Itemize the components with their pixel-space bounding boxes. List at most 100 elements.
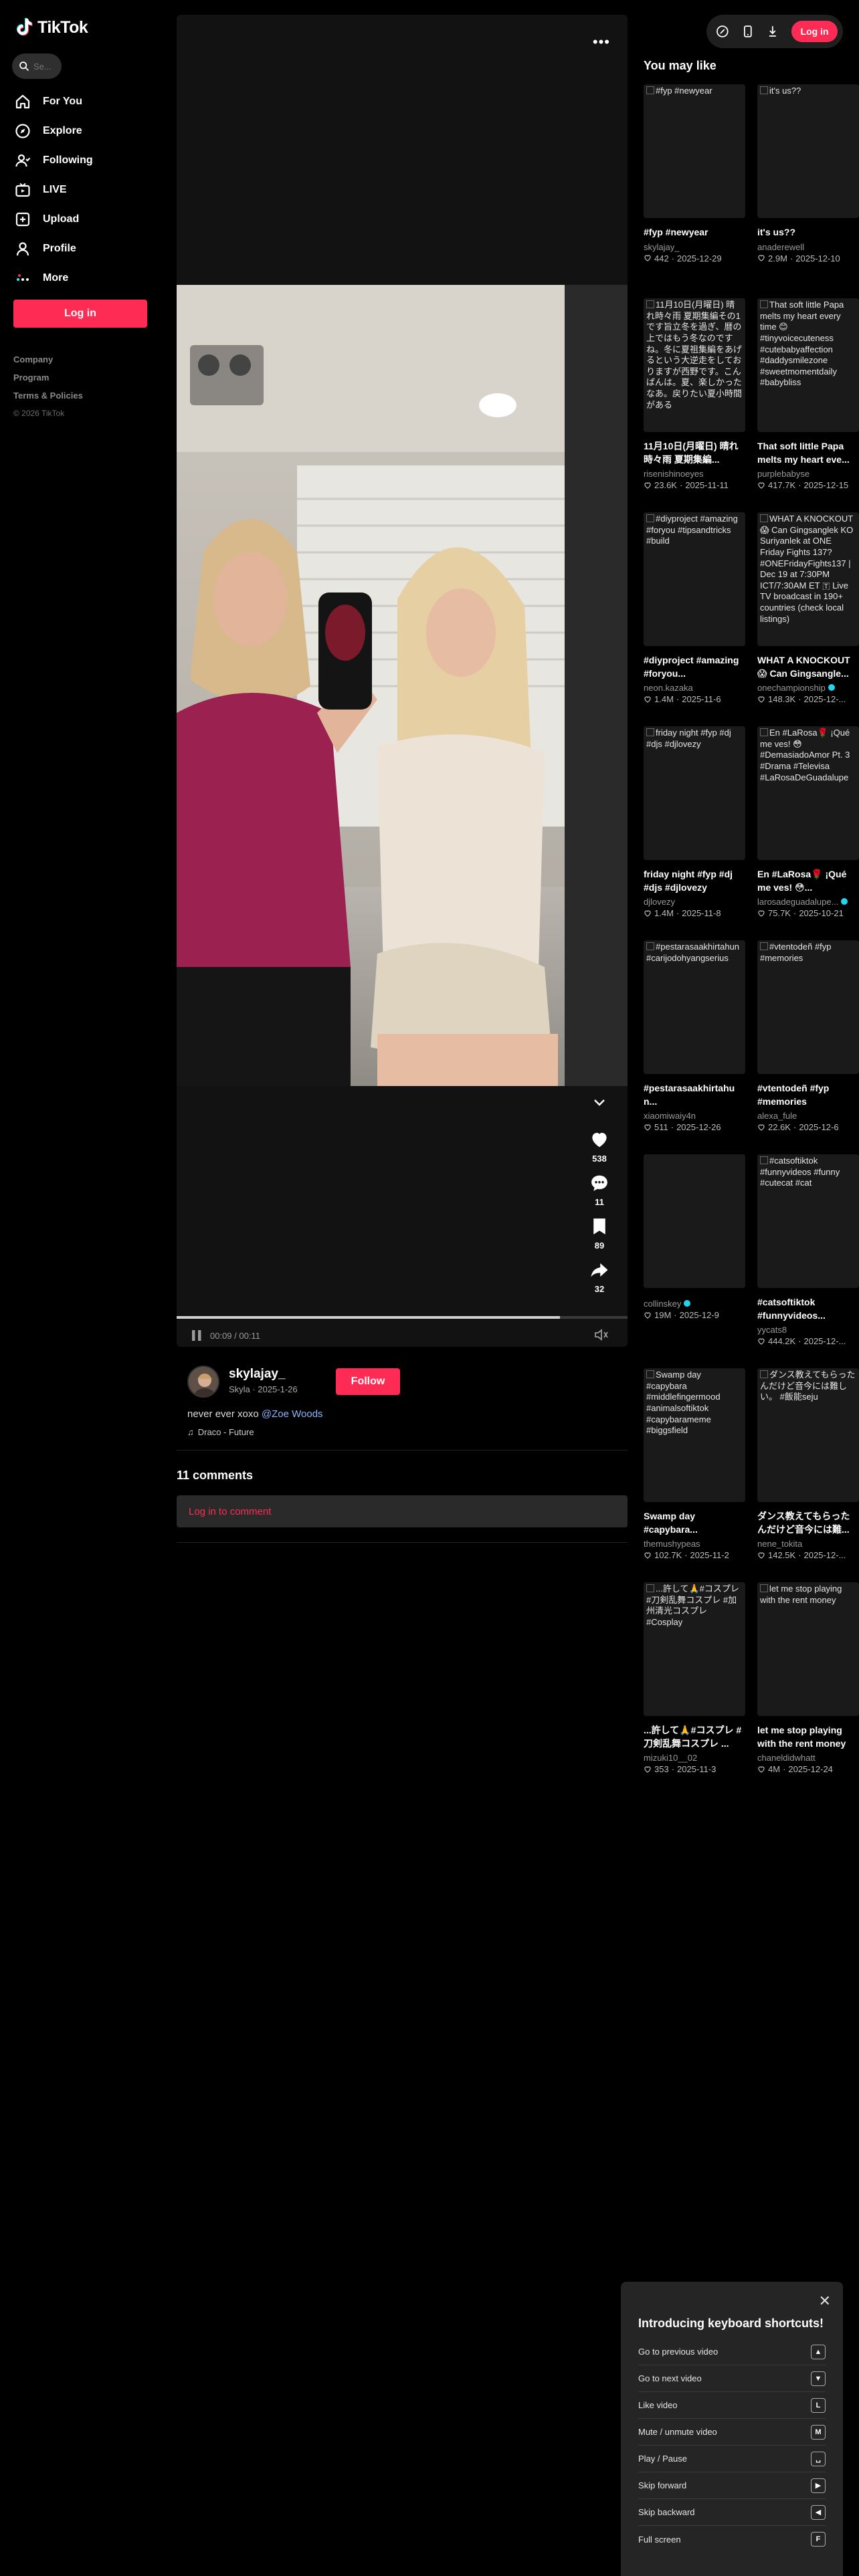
sidebar-login-button[interactable]: Log in xyxy=(13,300,147,328)
volume-icon[interactable] xyxy=(594,1328,609,1345)
suggestion-card[interactable]: #diyproject #amazing #foryou #tipsandtri… xyxy=(644,512,745,720)
music-link[interactable]: ♫ Draco - Future xyxy=(187,1427,254,1437)
share-button[interactable]: 32 xyxy=(583,1260,615,1294)
suggestion-title[interactable]: ダンス教えてもらったんだけど音今には難... xyxy=(757,1510,859,1536)
suggestion-thumbnail[interactable]: That soft little Papa melts my heart eve… xyxy=(757,298,859,432)
suggestion-title[interactable]: #diyproject #amazing #foryou... xyxy=(644,654,745,680)
sidebar-item-for-you[interactable]: For You xyxy=(15,87,155,116)
download-app-icon[interactable] xyxy=(766,25,779,38)
suggestion-thumbnail[interactable]: it's us?? xyxy=(757,84,859,218)
suggestion-author-name[interactable]: skylajay_ xyxy=(644,242,679,252)
suggestion-title[interactable]: 11月10日(月曜日) 晴れ時々雨 夏期集編... xyxy=(644,440,745,466)
suggestion-author-name[interactable]: alexa_fule xyxy=(757,1111,797,1121)
suggestion-author-name[interactable]: risenishinoeyes xyxy=(644,469,704,479)
suggestion-thumbnail[interactable]: #vtentodeñ #fyp #memories xyxy=(757,940,859,1074)
tiktok-logo[interactable]: TikTok xyxy=(16,17,88,37)
suggestion-title[interactable]: #pestarasaakhirtahu n... xyxy=(644,1082,745,1108)
suggestion-card[interactable]: #catsoftiktok #funnyvideos #funny #cutec… xyxy=(757,1154,859,1362)
suggestion-thumbnail[interactable]: WHAT A KNOCKOUT 😱 Can Gingsanglek KO Sur… xyxy=(757,512,859,646)
suggestion-title[interactable]: #fyp #newyear xyxy=(644,226,745,239)
suggestion-title[interactable]: That soft little Papa melts my heart eve… xyxy=(757,440,859,466)
sidebar-item-more[interactable]: More xyxy=(15,263,155,293)
mention-link[interactable]: @Zoe Woods xyxy=(262,1408,323,1420)
coin-icon[interactable] xyxy=(716,25,729,38)
suggestion-card[interactable]: #fyp #newyear #fyp #newyear skylajay_ 442 · 2… xyxy=(644,84,745,292)
suggestion-card[interactable]: let me stop playing with the rent money l… xyxy=(757,1582,859,1790)
suggestion-title[interactable]: Swamp day #capybara... xyxy=(644,1510,745,1536)
sidebar-item-following[interactable]: Following xyxy=(15,146,155,175)
save-button[interactable]: 89 xyxy=(583,1216,615,1251)
suggestion-title[interactable]: #catsoftiktok #funnyvideos... xyxy=(757,1296,859,1322)
suggestion-author-name[interactable]: larosadeguadalupe... xyxy=(757,897,838,907)
tablet-icon[interactable] xyxy=(741,25,755,38)
suggestion-card[interactable]: ...許して🙏#コスプレ #刀剣乱舞コスプレ #加州清光コスプレ #Cospla… xyxy=(644,1582,745,1790)
suggestion-card[interactable]: friday night #fyp #dj #djs #djlovezy frid… xyxy=(644,726,745,934)
suggestion-thumbnail[interactable]: friday night #fyp #dj #djs #djlovezy xyxy=(644,726,745,860)
like-button[interactable]: 538 xyxy=(583,1130,615,1164)
pause-icon[interactable] xyxy=(191,1329,202,1341)
suggestion-thumbnail[interactable] xyxy=(644,1154,745,1288)
suggestion-thumbnail[interactable]: #pestarasaakhirtahun #carijodohyangseriu… xyxy=(644,940,745,1074)
video-player[interactable]: ••• 538 11 89 32 00:09 / 00:11 xyxy=(177,15,628,1347)
suggestion-author-name[interactable]: neon.kazaka xyxy=(644,683,693,693)
suggestion-card[interactable]: En #LaRosa🌹 ¡Qué me ves! 😳 #DemasiadoAmo… xyxy=(757,726,859,934)
chevron-down-icon[interactable] xyxy=(583,1098,615,1111)
sidebar-item-live[interactable]: LIVE xyxy=(15,175,155,205)
suggestion-author-name[interactable]: purplebabyse xyxy=(757,469,809,479)
suggestion-title[interactable]: friday night #fyp #dj #djs #djlovezy xyxy=(644,868,745,894)
author-username[interactable]: skylajay_ xyxy=(229,1367,286,1382)
suggestion-thumbnail[interactable]: #fyp #newyear xyxy=(644,84,745,218)
suggestion-thumbnail[interactable]: let me stop playing with the rent money xyxy=(757,1582,859,1716)
suggestion-author-name[interactable]: chaneldidwhatt xyxy=(757,1753,816,1763)
suggestion-card[interactable]: Swamp day #capybara #middlefingermood #a… xyxy=(644,1368,745,1576)
suggestion-card[interactable]: collinskey 19M · 2025-12-9 xyxy=(644,1154,745,1362)
suggestion-title[interactable]: #vtentodeñ #fyp #memories xyxy=(757,1082,859,1108)
suggestion-card[interactable]: ダンス教えてもらったんだけど音今には難しい。 #飯能seju ダンス教えてもらった… xyxy=(757,1368,859,1576)
follow-button[interactable]: Follow xyxy=(336,1368,400,1395)
suggestion-title[interactable]: En #LaRosa🌹 ¡Qué me ves! 😳... xyxy=(757,868,859,894)
suggestion-thumbnail[interactable]: Swamp day #capybara #middlefingermood #a… xyxy=(644,1368,745,1502)
suggestion-author-name[interactable]: onechampionship xyxy=(757,683,826,693)
suggestion-author-name[interactable]: anaderewell xyxy=(757,242,804,252)
search-box[interactable] xyxy=(12,53,62,79)
suggestion-card[interactable]: #vtentodeñ #fyp #memories #vtentodeñ #fyp… xyxy=(757,940,859,1148)
suggestion-author-name[interactable]: xiaomiwaiy4n xyxy=(644,1111,696,1121)
sidebar-item-explore[interactable]: Explore xyxy=(15,116,155,146)
suggestion-thumbnail[interactable]: #diyproject #amazing #foryou #tipsandtri… xyxy=(644,512,745,646)
top-login-button[interactable]: Log in xyxy=(791,21,838,42)
suggestion-thumbnail[interactable]: ...許して🙏#コスプレ #刀剣乱舞コスプレ #加州清光コスプレ #Cospla… xyxy=(644,1582,745,1716)
suggestion-card[interactable]: it's us?? it's us?? anaderewell 2.9M · 2025-1… xyxy=(757,84,859,292)
shortcut-label: Skip forward xyxy=(638,2480,687,2490)
suggestion-title[interactable]: it's us?? xyxy=(757,226,859,239)
progress-bar[interactable] xyxy=(177,1316,628,1319)
close-icon[interactable]: ✕ xyxy=(819,2292,831,2310)
suggestion-title[interactable]: WHAT A KNOCKOUT 😱 Can Gingsangle... xyxy=(757,654,859,680)
suggestion-card[interactable]: 11月10日(月曜日) 晴れ時々雨 夏期集編その1です旨立冬を過ぎ、暦の上ではも… xyxy=(644,298,745,506)
suggestion-title[interactable]: ...許して🙏#コスプレ #刀剣乱舞コスプレ ... xyxy=(644,1724,745,1750)
footer-company-link[interactable]: Company xyxy=(13,354,83,372)
login-to-comment-button[interactable]: Log in to comment xyxy=(177,1495,628,1527)
suggestion-card[interactable]: #pestarasaakhirtahun #carijodohyangseriu… xyxy=(644,940,745,1148)
suggestion-author-name[interactable]: themushypeas xyxy=(644,1539,700,1549)
more-options-icon[interactable]: ••• xyxy=(593,33,610,51)
sidebar-item-upload[interactable]: Upload xyxy=(15,205,155,234)
suggestion-thumbnail[interactable]: En #LaRosa🌹 ¡Qué me ves! 😳 #DemasiadoAmo… xyxy=(757,726,859,860)
suggestion-thumbnail[interactable]: #catsoftiktok #funnyvideos #funny #cutec… xyxy=(757,1154,859,1288)
search-input[interactable] xyxy=(33,61,58,72)
suggestion-author-name[interactable]: yycats8 xyxy=(757,1325,787,1335)
suggestion-author-name[interactable]: nene_tokita xyxy=(757,1539,802,1549)
footer-program-link[interactable]: Program xyxy=(13,372,83,391)
footer-terms-link[interactable]: Terms & Policies xyxy=(13,391,83,409)
suggestion-author-name[interactable]: djlovezy xyxy=(644,897,675,907)
avatar[interactable] xyxy=(187,1366,219,1398)
suggestion-card[interactable]: That soft little Papa melts my heart eve… xyxy=(757,298,859,506)
suggestion-title[interactable]: let me stop playing with the rent money xyxy=(757,1724,859,1750)
suggestion-thumbnail[interactable]: 11月10日(月曜日) 晴れ時々雨 夏期集編その1です旨立冬を過ぎ、暦の上ではも… xyxy=(644,298,745,432)
comment-button[interactable]: 11 xyxy=(583,1173,615,1207)
suggestion-author-name[interactable]: mizuki10__02 xyxy=(644,1753,697,1763)
suggestion-card[interactable]: WHAT A KNOCKOUT 😱 Can Gingsanglek KO Sur… xyxy=(757,512,859,720)
suggestion-author-name[interactable]: collinskey xyxy=(644,1299,681,1309)
sidebar-item-profile[interactable]: Profile xyxy=(15,234,155,263)
video-frame[interactable] xyxy=(177,285,628,1086)
suggestion-thumbnail[interactable]: ダンス教えてもらったんだけど音今には難しい。 #飯能seju xyxy=(757,1368,859,1502)
